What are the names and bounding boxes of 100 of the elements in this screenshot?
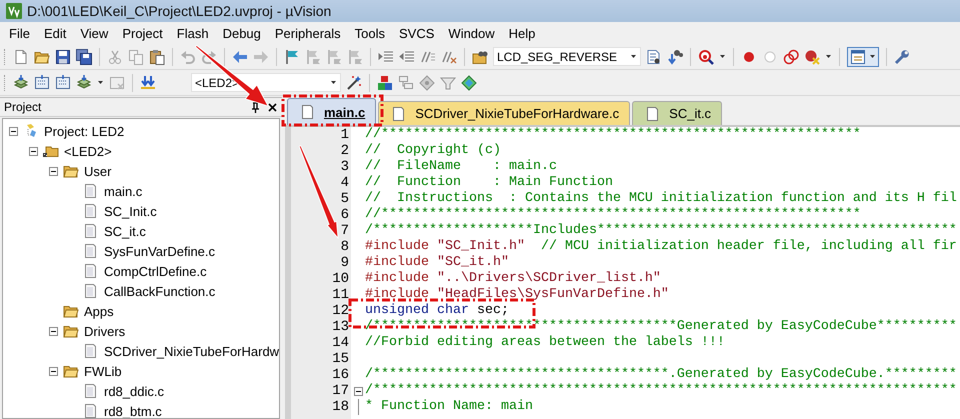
code-line: //Forbid editing areas between the labels !!! xyxy=(365,335,725,351)
tree-item[interactable]: Apps xyxy=(84,304,114,318)
tree-item[interactable]: SC_it.c xyxy=(104,224,146,238)
editor-tab[interactable]: SC_it.c xyxy=(632,101,722,125)
code-line: unsigned char sec; xyxy=(365,303,509,319)
menu-item[interactable]: Project xyxy=(115,24,170,42)
menu-item[interactable]: Help xyxy=(502,24,542,42)
menu-item[interactable]: View xyxy=(73,24,116,42)
code-line: * Function Name: main xyxy=(365,399,533,415)
build-icon[interactable] xyxy=(34,74,50,90)
menu-item[interactable]: SVCS xyxy=(392,24,442,42)
window-layout-button[interactable] xyxy=(847,46,879,66)
build-icon[interactable] xyxy=(55,74,71,90)
collapse-icon[interactable] xyxy=(9,126,18,136)
translate-icon[interactable] xyxy=(13,74,29,90)
code-line: //************************************************************ xyxy=(365,207,861,223)
tree-item[interactable]: main.c xyxy=(104,184,142,198)
line-number: 10 xyxy=(331,271,350,287)
breakpoint-cross-icon[interactable] xyxy=(804,48,820,64)
close-icon[interactable] xyxy=(267,102,278,112)
code-line: #include "HeadFiles\SysFunVarDefine.h" xyxy=(365,287,669,303)
magic-wand-icon[interactable] xyxy=(346,74,362,90)
debug-magnifier-icon[interactable] xyxy=(698,48,714,64)
caret-icon[interactable] xyxy=(97,79,104,86)
find-page-icon[interactable] xyxy=(646,48,662,64)
code-line: // Copyright (c) xyxy=(365,143,501,159)
blank-page-icon[interactable] xyxy=(13,48,29,64)
line-number: 9 xyxy=(340,255,350,271)
window-icon xyxy=(850,48,866,64)
tree-item[interactable]: Drivers xyxy=(84,324,126,338)
menu-item[interactable]: Edit xyxy=(36,24,74,42)
floppy-disks-icon[interactable] xyxy=(76,48,92,64)
menu-item[interactable]: File xyxy=(2,24,37,42)
line-number: 16 xyxy=(331,367,350,383)
wrench-icon[interactable] xyxy=(894,48,910,64)
collapse-icon[interactable] xyxy=(49,166,58,176)
editor-tab[interactable]: SCDriver_NixieTubeForHardware.c xyxy=(378,101,630,125)
boxes-icon[interactable] xyxy=(398,74,414,90)
outdent-icon[interactable] xyxy=(399,48,415,64)
code-line: //************************************************************ xyxy=(365,127,861,143)
tree-item[interactable]: Project: LED2 xyxy=(44,124,124,138)
code-line: /**************************************Generated by EasyCodeCube********** xyxy=(365,319,957,335)
collapse-icon[interactable] xyxy=(49,366,58,376)
menu-item[interactable]: Debug xyxy=(216,24,268,42)
stack-icon[interactable] xyxy=(76,74,92,90)
folder-binoculars-icon[interactable] xyxy=(472,48,488,64)
flag-icon[interactable] xyxy=(284,48,300,64)
collapse-icon[interactable] xyxy=(29,146,38,156)
search-combo[interactable]: LCD_SEG_REVERSE xyxy=(493,47,641,66)
line-number: 2 xyxy=(340,143,350,159)
file-icon xyxy=(300,104,316,120)
line-number: 4 xyxy=(340,175,350,191)
line-number: 12 xyxy=(331,303,350,319)
indent-icon[interactable] xyxy=(378,48,394,64)
tree-item[interactable]: rd8_btm.c xyxy=(104,404,162,418)
redo-icon[interactable] xyxy=(201,48,217,64)
diamond-icon[interactable] xyxy=(461,74,477,90)
clipboard-icon[interactable] xyxy=(149,48,165,64)
target-dropdown[interactable]: <LED2> xyxy=(191,73,341,92)
code-line: /************************************************************************* xyxy=(365,383,957,399)
tree-item[interactable]: SC_Init.c xyxy=(104,204,157,218)
tree-item[interactable]: FWLib xyxy=(84,364,122,378)
code-line: #include "..\Drivers\SCDriver_list.h" xyxy=(365,271,661,287)
funnel-icon[interactable] xyxy=(440,74,456,90)
tree-item[interactable]: SysFunVarDefine.c xyxy=(104,244,216,258)
tree-item[interactable]: User xyxy=(84,164,112,178)
caret-icon xyxy=(330,79,337,86)
line-number: 17 xyxy=(331,383,350,399)
left-arrow-icon[interactable] xyxy=(232,48,248,64)
code-line: #include "SC_it.h" xyxy=(365,255,509,271)
download-icon[interactable] xyxy=(140,74,156,90)
colored-blocks-icon[interactable] xyxy=(377,74,393,90)
file-icon xyxy=(83,223,99,239)
binoculars-icon[interactable] xyxy=(667,48,683,64)
pin-icon[interactable] xyxy=(250,102,261,112)
tree-item[interactable]: CallBackFunction.c xyxy=(104,284,216,298)
window-title: D:\001\LED\Keil_C\Project\LED2.uvproj - µVision xyxy=(27,3,332,19)
menu-item[interactable]: Window xyxy=(441,24,502,42)
caret-icon[interactable] xyxy=(825,53,832,60)
diamond-icon[interactable] xyxy=(419,74,435,90)
menu-item[interactable]: Flash xyxy=(170,24,216,42)
folder-icon xyxy=(63,163,79,179)
tree-item[interactable]: rd8_ddic.c xyxy=(104,384,164,398)
tree-item[interactable]: CompCtrlDefine.c xyxy=(104,264,207,278)
line-number: 6 xyxy=(340,207,350,223)
file-icon xyxy=(83,263,99,279)
rings-icon[interactable] xyxy=(783,48,799,64)
collapse-icon[interactable] xyxy=(49,326,58,336)
line-number: 5 xyxy=(340,191,350,207)
caret-icon[interactable] xyxy=(719,53,726,60)
tree-item[interactable]: <LED2> xyxy=(64,144,112,158)
tree-item[interactable]: SCDriver_NixieTubeForHardw xyxy=(104,344,279,358)
collapse-icon[interactable] xyxy=(354,386,362,396)
caret-icon xyxy=(630,53,637,60)
line-number: 1 xyxy=(340,127,350,143)
menu-item[interactable]: Peripherals xyxy=(268,24,348,42)
file-icon xyxy=(83,183,99,199)
editor-tab[interactable]: main.c xyxy=(287,98,376,125)
menu-item[interactable]: Tools xyxy=(348,24,392,42)
line-number: 3 xyxy=(340,159,350,175)
